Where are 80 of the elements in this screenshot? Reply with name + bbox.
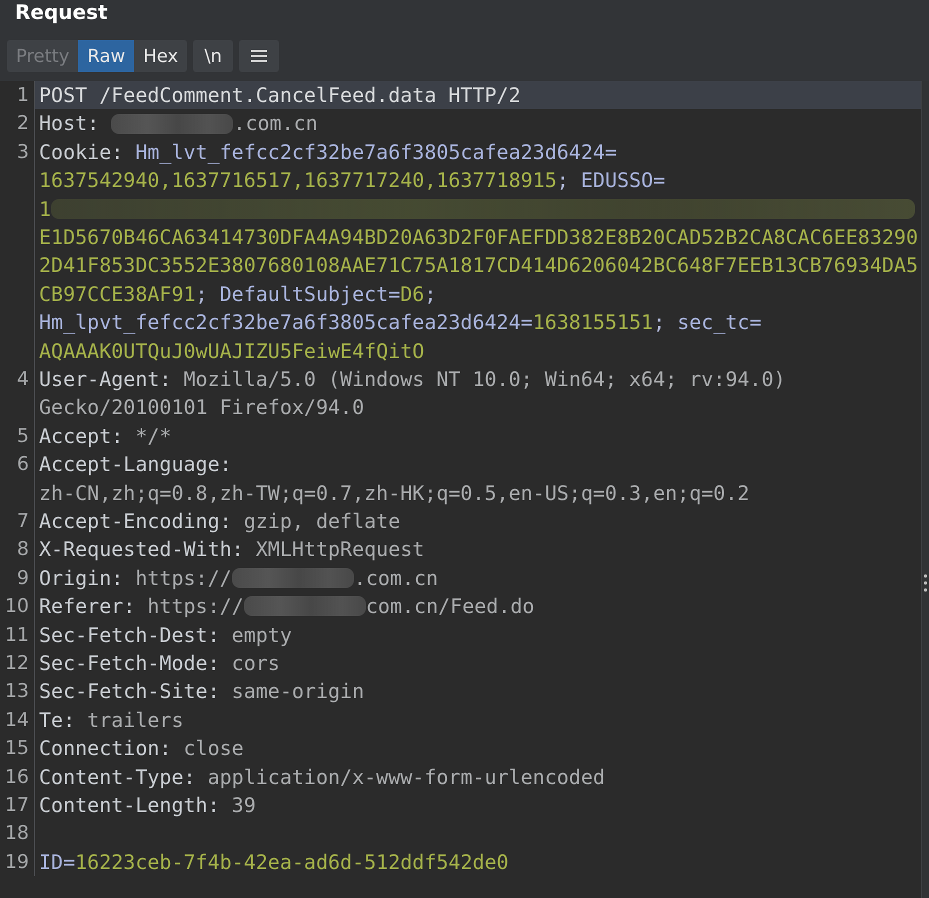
line-number: 9 (0, 564, 35, 592)
line-number: 18 (0, 819, 35, 848)
line-number: 5 (0, 422, 35, 450)
header-name: Sec-Fetch-Dest: (39, 622, 221, 649)
header-value: zh-CN,zh;q=0.8,zh-TW;q=0.7,zh-HK;q=0.5,en-US;q=0.3,en;q=0.2 (39, 480, 750, 507)
header-name: Accept-Encoding: (39, 508, 233, 535)
cookie-value: 2D41F853DC3552E3807680108AAE71C75A1817CD414D6206042BC648F7EEB13CB76934DA5 (39, 252, 918, 280)
header-value: empty (232, 622, 292, 649)
cookie-name: EDUSSO= (580, 167, 666, 194)
header-name: Content-Type: (39, 764, 197, 791)
header-value: application/x-www-form-urlencoded (208, 764, 605, 791)
cookie-name: Hm_lvt_fefcc2cf32be7a6f3805cafea23d6424= (135, 138, 617, 166)
request-line: POST /FeedComment.CancelFeed.data HTTP/2 (39, 82, 521, 109)
header-name: Accept: (39, 422, 124, 450)
header-name: Accept-Language: (39, 451, 232, 478)
separator: ; (653, 309, 666, 336)
header-name: Te: (39, 706, 76, 734)
header-value: Gecko/20100101 Firefox/94.0 (39, 394, 364, 422)
cookie-value: 16223ceb-7f4b-42ea-ad6d-512ddf542de0 (75, 848, 509, 876)
header-name: Connection: (39, 735, 172, 762)
header-value: cors (232, 650, 280, 677)
cookie-name: DefaultSubject= (220, 280, 400, 308)
header-value: 39 (232, 792, 256, 819)
menu-icon (250, 49, 268, 63)
header-value: same-origin (232, 678, 364, 706)
header-name: Cookie: (39, 138, 124, 166)
header-value: close (184, 735, 244, 762)
header-value: */* (135, 422, 172, 450)
header-name: User-Agent: (39, 366, 172, 393)
line-number: 4 (0, 364, 35, 422)
line-number: 3 (0, 138, 35, 365)
cookie-value: 1 (39, 196, 52, 223)
header-name: X-Requested-With: (39, 536, 245, 564)
header-name: Host: (39, 110, 100, 138)
cookie-name: ID= (39, 848, 76, 876)
line-number: 19 (0, 848, 35, 876)
line-number: 12 (0, 648, 35, 678)
newline-toggle[interactable]: \n (193, 40, 234, 72)
line-number: 2 (0, 109, 35, 138)
header-value: .com.cn (354, 564, 438, 592)
view-tab[interactable]: Raw (78, 40, 134, 72)
line-number: 15 (0, 734, 35, 763)
view-tab[interactable]: Hex (134, 40, 188, 72)
header-value: https:// (135, 564, 232, 592)
header-value: com.cn/Feed.do (366, 593, 534, 620)
cookie-value: 1638155151 (532, 309, 654, 336)
line-number: 11 (0, 620, 35, 649)
separator: ; (556, 167, 570, 194)
header-value: XMLHttpRequest (256, 536, 424, 564)
line-number: 7 (0, 506, 35, 536)
header-name: Origin: (39, 564, 124, 592)
cookie-value: E1D5670B46CA63414730DFA4A94BD20A63D2F0FAEFDD382E8B20CAD52B2CA8CAC6EE83290 (39, 224, 918, 251)
separator: ; (424, 280, 436, 308)
header-name: Content-Length: (39, 792, 221, 819)
line-number: 14 (0, 706, 35, 734)
line-number: 10 (0, 592, 35, 621)
line-number: 13 (0, 677, 35, 706)
header-value: https:// (147, 593, 244, 620)
separator: ; (196, 280, 209, 308)
cookie-name: Hm_lpvt_fefcc2cf32be7a6f3805cafea23d6424= (39, 309, 533, 336)
scrollbar[interactable] (921, 81, 929, 898)
drag-handle-icon[interactable] (923, 573, 928, 593)
cookie-value: D6 (400, 280, 424, 308)
line-number: 8 (0, 535, 35, 564)
header-value: .com.cn (233, 110, 318, 138)
cookie-value: AQAAAK0UTQuJ0wUAJIZU5FeiwE4fQitO (39, 338, 424, 365)
header-value: gzip, deflate (244, 508, 400, 535)
header-name: Referer: (39, 593, 136, 620)
header-value: trailers (87, 706, 184, 734)
header-value: Mozilla/5.0 (Windows NT 10.0; Win64; x64; rv:94.0) (184, 366, 786, 393)
panel-title: Request (14, 0, 109, 26)
line-number: 16 (0, 762, 35, 791)
header-name: Sec-Fetch-Mode: (39, 650, 221, 677)
header-name: Sec-Fetch-Site: (39, 678, 221, 706)
cookie-value: 1637542940,1637716517,1637717240,1637718915 (39, 167, 557, 194)
cookie-value: CB97CCE38AF91 (39, 280, 196, 308)
line-number: 6 (0, 450, 35, 507)
menu-button[interactable] (239, 40, 280, 72)
line-number: 17 (0, 790, 35, 820)
cookie-name: sec_tc= (677, 309, 762, 336)
